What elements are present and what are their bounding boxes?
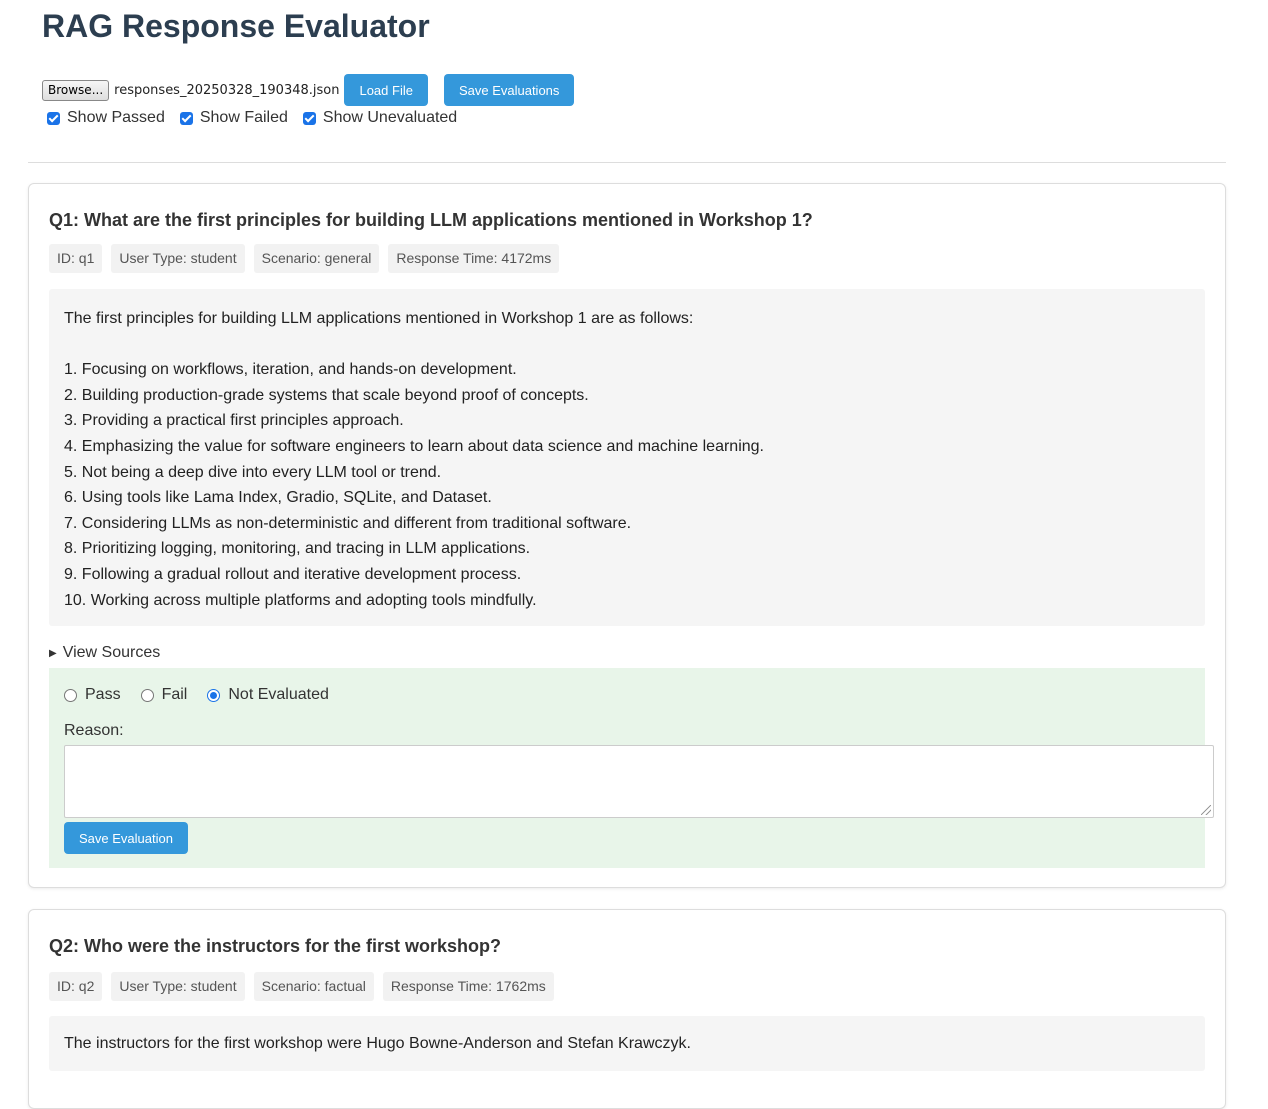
radio-label: Not Evaluated [228,686,329,703]
filter-label: Show Passed [67,109,165,126]
question-title: Q1: What are the first principles for bu… [49,210,813,230]
radio-label: Fail [161,686,188,703]
answer-box: The first principles for building LLM ap… [49,289,1205,626]
question-card: Q2: Who were the instructors for the fir… [28,909,1226,1109]
meta-id: ID: q1 [49,244,103,273]
not-evaluated-radio-circle[interactable] [207,688,221,702]
answer-item: 10. Working across multiple platforms an… [64,591,537,609]
filter-show-passed[interactable]: Show Passed [42,109,165,127]
answer-item: 9. Following a gradual rollout and itera… [64,565,522,583]
evaluation-options: Pass Fail Not Evaluated [64,668,1190,722]
show-passed-checkbox[interactable] [47,111,60,125]
meta-user-type: User Type: student [111,244,245,273]
question-meta: ID: q1 User Type: student Scenario: gene… [49,244,568,273]
resize-grip-icon[interactable] [1201,805,1211,815]
view-sources-toggle[interactable]: ▶ View Sources [49,644,160,662]
selected-file-name: responses_20250328_190348.json [114,82,340,98]
radio-fail[interactable]: Fail [140,686,188,704]
answer-box: The instructors for the first workshop w… [49,1016,1205,1071]
browse-button[interactable]: Browse... [42,79,110,101]
meta-id: ID: q2 [49,972,103,1001]
question-meta: ID: q2 User Type: student Scenario: fact… [49,972,563,1001]
show-unevaluated-checkbox[interactable] [302,111,316,125]
filter-label: Show Unevaluated [322,109,458,126]
question-card: Q1: What are the first principles for bu… [28,183,1226,888]
answer-item: 4. Emphasizing the value for software en… [64,437,764,455]
radio-pass[interactable]: Pass [64,686,121,704]
filter-show-unevaluated[interactable]: Show Unevaluated [298,109,457,127]
disclosure-triangle-icon: ▶ [49,647,57,659]
show-failed-checkbox[interactable] [179,111,193,125]
answer-item: 8. Prioritizing logging, monitoring, and… [64,540,531,558]
meta-response-time: Response Time: 1762ms [382,972,554,1001]
view-sources-label: View Sources [62,644,161,661]
fail-radio-circle[interactable] [140,688,154,702]
radio-label: Pass [85,686,121,703]
filter-row: Show Passed Show Failed Show Unevaluated [42,106,574,130]
meta-scenario: Scenario: factual [253,972,374,1001]
page-title: RAG Response Evaluator [42,8,430,44]
reason-textarea[interactable] [64,745,1214,818]
divider [28,162,1226,163]
evaluation-panel: Pass Fail Not Evaluated Reason: Save Eva… [49,668,1214,868]
answer-item: 6. Using tools like Lama Index, Gradio, … [64,489,492,507]
answer-item: 3. Providing a practical first principle… [64,412,404,430]
answer-item: 7. Considering LLMs as non-deterministic… [64,514,632,532]
answer-intro: The first principles for building LLM ap… [64,310,694,327]
controls: Browse... responses_20250328_190348.json… [42,74,575,130]
question-title: Q2: Who were the instructors for the fir… [49,936,502,956]
meta-user-type: User Type: student [111,972,245,1001]
save-evaluation-button[interactable]: Save Evaluation [64,822,188,854]
file-row: Browse... responses_20250328_190348.json… [42,74,575,106]
filter-show-failed[interactable]: Show Failed [175,109,288,127]
reason-label: Reason: [64,722,124,739]
meta-scenario: Scenario: general [253,244,380,273]
answer-item: 5. Not being a deep dive into every LLM … [64,463,442,481]
answer-item: 1. Focusing on workflows, iteration, and… [64,361,517,379]
radio-not-evaluated[interactable]: Not Evaluated [207,686,329,704]
load-file-button[interactable]: Load File [344,74,428,106]
save-evaluations-button[interactable]: Save Evaluations [443,74,575,106]
meta-response-time: Response Time: 4172ms [388,244,560,273]
pass-radio-circle[interactable] [64,688,77,702]
filter-label: Show Failed [199,109,288,126]
answer-text: The instructors for the first workshop w… [64,1035,691,1052]
answer-item: 2. Building production-grade systems tha… [64,386,589,404]
